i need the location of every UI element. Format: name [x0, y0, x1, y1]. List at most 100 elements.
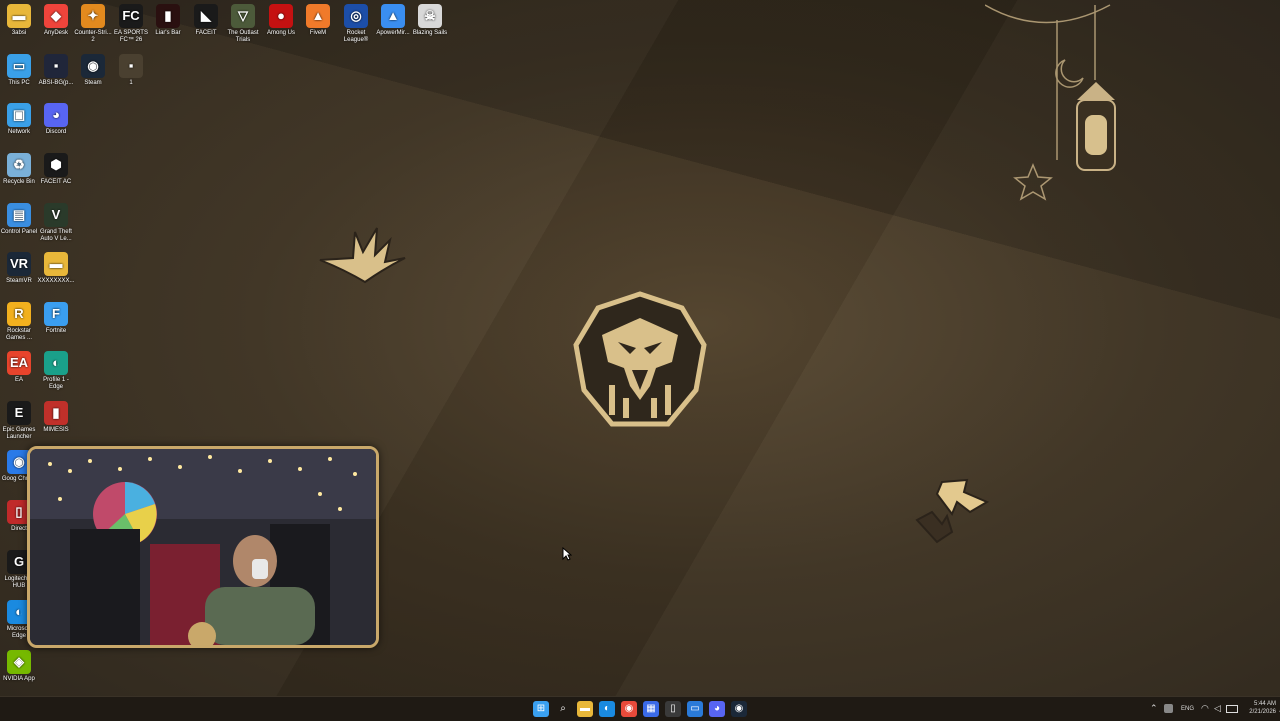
recycle-bin-icon: ♻: [7, 153, 31, 177]
desktop-icon[interactable]: ◐ Profile 1 - Edge: [37, 351, 75, 391]
ea-icon: EA: [7, 351, 31, 375]
fivem-icon: ▲: [306, 4, 330, 28]
file-explorer-button[interactable]: ▬: [577, 701, 593, 717]
apowermirror-icon: ▲: [381, 4, 405, 28]
desktop-icon[interactable]: R Rockstar Games ...: [0, 302, 38, 342]
taskbar: ⊞⌕▬◐◉▦▯▭◕◉ ⌃ ENG ◠ ◁ 5:44 AM 2/21/2026 🔔…: [0, 696, 1280, 721]
desktop-icon-label: Network: [7, 129, 30, 135]
store-button[interactable]: ▦: [643, 701, 659, 717]
mimesis-icon: ▮: [44, 401, 68, 425]
steamvr-icon: VR: [7, 252, 31, 276]
steam-icon: ◉: [734, 703, 744, 714]
control-panel-icon: ▤: [7, 203, 31, 227]
desktop-icon[interactable]: ▣ Network: [0, 103, 38, 136]
desktop-icon[interactable]: ▲ FiveM: [299, 4, 337, 37]
desktop-icon[interactable]: ▪ ABSI-BG(p...: [37, 54, 75, 87]
desktop-icon[interactable]: VR SteamVR: [0, 252, 38, 285]
desktop-icon-label: The Outlast Trials: [227, 30, 259, 43]
desktop-icon-label: Discord: [45, 129, 67, 135]
rocket-league-icon: ◎: [344, 4, 368, 28]
nvidia-icon: ◈: [7, 650, 31, 674]
lantern-decoration-icon: [985, 4, 1116, 201]
desktop-icon[interactable]: ☠ Blazing Sails: [411, 4, 449, 37]
desktop-icon[interactable]: ◈ NVIDIA App: [0, 650, 38, 683]
desktop-icon-label: Rockstar Games ...: [5, 328, 32, 341]
desktop-icon[interactable]: ◣ FACEIT: [187, 4, 225, 37]
desktop-icon[interactable]: ◎ Rocket League®: [337, 4, 375, 44]
desktop-icon[interactable]: ⬢ FACEIT AC: [37, 153, 75, 186]
app-button[interactable]: ▯: [665, 701, 681, 717]
desktop-icon[interactable]: ◕ Discord: [37, 103, 75, 136]
desktop-icon[interactable]: V Grand Theft Auto V Le...: [37, 203, 75, 243]
chevron-up-icon[interactable]: ⌃: [1150, 703, 1158, 714]
discord-button[interactable]: ◕: [709, 701, 725, 717]
desktop-icon-label: This PC: [8, 80, 30, 86]
edge-button[interactable]: ◐: [599, 701, 615, 717]
start-button[interactable]: ⊞: [533, 701, 549, 717]
clock-time[interactable]: 5:44 AM: [1246, 701, 1276, 707]
edge-icon: ◐: [603, 703, 611, 714]
language-indicator[interactable]: ENG: [1181, 706, 1194, 712]
desktop-icon-label: ApowerMir...: [376, 30, 410, 36]
store-icon: ▦: [646, 703, 656, 714]
desktop-icon-label: Recycle Bin: [3, 179, 35, 185]
desktop-icon[interactable]: EA EA: [0, 351, 38, 384]
desktop-icon[interactable]: ✦ Counter-Stri... 2: [74, 4, 112, 44]
desktop-icon-label: ABSI-BG(p...: [38, 80, 74, 86]
desktop-icon[interactable]: ▭ This PC: [0, 54, 38, 87]
desktop-icon-label: Grand Theft Auto V Le...: [40, 229, 72, 242]
clock-date[interactable]: 2/21/2026: [1244, 709, 1276, 715]
desktop-icon[interactable]: ● Among Us: [262, 4, 300, 37]
ea-sports-fc-icon: FC: [119, 4, 143, 28]
steam-button[interactable]: ◉: [731, 701, 747, 717]
gta-v-icon: V: [44, 203, 68, 227]
chrome-icon: ◉: [624, 703, 634, 714]
desktop-icon-label: Counter-Stri... 2: [74, 30, 112, 43]
desktop-icon[interactable]: ▬ 3absi: [0, 4, 38, 37]
search-button[interactable]: ⌕: [555, 701, 571, 717]
desktop-icon-label: FACEIT: [195, 30, 217, 36]
chrome-button[interactable]: ◉: [621, 701, 637, 717]
network-icon: ▣: [7, 103, 31, 127]
desktop-icon[interactable]: ▽ The Outlast Trials: [224, 4, 262, 44]
desktop-icon[interactable]: ▲ ApowerMir...: [374, 4, 412, 37]
rockstar-icon: R: [7, 302, 31, 326]
desktop-icon-label: Among Us: [266, 30, 295, 36]
wing-decoration-icon: [319, 227, 406, 284]
folder-icon: ▬: [7, 4, 31, 28]
desktop-icon[interactable]: ▪ 1: [112, 54, 150, 87]
desktop-icon-label: Blazing Sails: [412, 30, 448, 36]
window-button[interactable]: ▭: [687, 701, 703, 717]
discord-icon: ◕: [713, 703, 721, 714]
desktop-icon[interactable]: F Fortnite: [37, 302, 75, 335]
battery-icon[interactable]: [1226, 705, 1238, 713]
windows-start-icon: ⊞: [536, 703, 546, 714]
desktop-icon[interactable]: ♻ Recycle Bin: [0, 153, 38, 186]
desktop-icon-label: EA SPORTS FC™ 26: [114, 30, 148, 43]
faceit-icon: ◣: [194, 4, 218, 28]
wifi-icon[interactable]: ◠: [1201, 703, 1209, 714]
desktop-icon-label: EA: [14, 377, 23, 383]
window-icon: ▭: [690, 703, 700, 714]
desktop-icon-label: MIMESIS: [43, 427, 69, 433]
volume-icon[interactable]: ◁: [1214, 703, 1221, 714]
search-icon: ⌕: [560, 703, 566, 714]
faceit-ac-icon: ⬢: [44, 153, 68, 177]
desktop-icon[interactable]: ▤ Control Panel: [0, 203, 38, 236]
desktop-icon[interactable]: ▬ XXXXXXXX...: [37, 252, 75, 285]
epic-games-icon: E: [7, 401, 31, 425]
desktop-icon[interactable]: ◆ AnyDesk: [37, 4, 75, 37]
discord-icon: ◕: [44, 103, 68, 127]
desktop-icon[interactable]: ▮ Liar's Bar: [149, 4, 187, 37]
fortnite-icon: F: [44, 302, 68, 326]
desktop-icon-label: XXXXXXXX...: [37, 278, 75, 284]
desktop-icon-label: Liar's Bar: [155, 30, 181, 36]
desktop-icon[interactable]: E Epic Games Launcher: [0, 401, 38, 441]
tray-app-icon[interactable]: [1164, 704, 1173, 713]
desktop-icon-label: 3absi: [11, 30, 27, 36]
among-us-icon: ●: [269, 4, 293, 28]
desktop-icon[interactable]: ▮ MIMESIS: [37, 401, 75, 434]
desktop-icon[interactable]: FC EA SPORTS FC™ 26: [112, 4, 150, 44]
desktop-icon-label: Epic Games Launcher: [2, 427, 36, 440]
desktop-icon[interactable]: ◉ Steam: [74, 54, 112, 87]
